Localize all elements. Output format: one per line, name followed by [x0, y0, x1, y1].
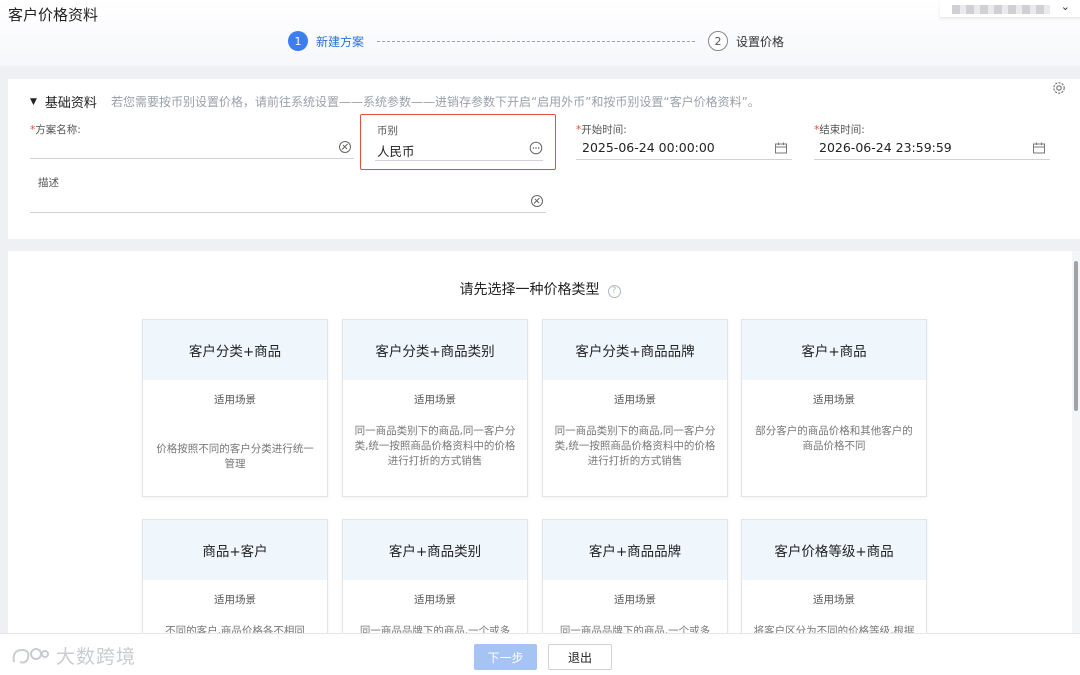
start-time-label: *开始时间:: [576, 124, 627, 136]
card-scene-label: 适用场景: [614, 394, 656, 406]
watermark-text: 大数跨境: [56, 646, 137, 668]
card-title: 客户+商品: [742, 320, 926, 380]
step-number-1: 1: [288, 31, 308, 51]
end-time-value[interactable]: 2026-06-24 23:59:59: [819, 140, 952, 155]
price-type-card[interactable]: 客户+商品类别 适用场景 同一商品品牌下的商品,一个或多: [342, 519, 528, 633]
step-connector: [377, 41, 695, 42]
card-title: 客户+商品类别: [343, 520, 527, 580]
card-scene-label: 适用场景: [214, 594, 256, 606]
card-scene-label: 适用场景: [813, 594, 855, 606]
help-icon[interactable]: ?: [607, 285, 621, 298]
card-scene-label: 适用场景: [414, 594, 456, 606]
end-time-label: *结束时间:: [814, 124, 865, 136]
price-type-card[interactable]: 客户+商品品牌 适用场景 同一商品品牌下的商品,一个或多: [542, 519, 728, 633]
exit-button[interactable]: 退出: [548, 644, 612, 670]
currency-field[interactable]: 币别 人民币: [360, 114, 556, 170]
price-type-heading: 请先选择一种价格类型?: [8, 279, 1072, 299]
more-options-icon[interactable]: [529, 141, 543, 155]
card-description: 价格按照不同的客户分类进行统一管理: [156, 443, 314, 470]
step-number-2: 2: [708, 31, 728, 51]
price-type-card[interactable]: 客户+商品 适用场景 部分客户的商品价格和其他客户的商品价格不同: [741, 319, 927, 497]
gear-icon[interactable]: [1052, 81, 1066, 95]
card-description: 将客户区分为不同的价格等级,根据: [753, 625, 915, 633]
card-description: 同一商品类别下的商品,同一客户分类,统一按照商品价格资料中的价格进行打折的方式销…: [354, 425, 516, 467]
card-description: 同一商品品牌下的商品,一个或多: [559, 625, 711, 633]
card-description: 部分客户的商品价格和其他客户的商品价格不同: [755, 425, 913, 452]
basic-info-panel: ▼ 基础资料 若您需要按币别设置价格，请前往系统设置——系统参数——进销存参数下…: [8, 79, 1080, 239]
end-time-field[interactable]: *结束时间: 2026-06-24 23:59:59: [814, 122, 1050, 160]
card-title: 客户+商品品牌: [543, 520, 727, 580]
language-icon[interactable]: [338, 140, 352, 154]
step-new-plan: 1 新建方案: [288, 31, 364, 51]
card-description: 不同的客户,商品价格各不相同: [165, 625, 305, 633]
language-icon[interactable]: [530, 194, 544, 208]
card-title: 客户分类+商品: [143, 320, 327, 380]
page-title: 客户价格资料: [8, 6, 99, 24]
card-title: 客户分类+商品类别: [343, 320, 527, 380]
price-type-card[interactable]: 商品+客户 适用场景 不同的客户,商品价格各不相同: [142, 519, 328, 633]
card-description: 同一商品品牌下的商品,一个或多: [359, 625, 511, 633]
card-title: 客户分类+商品品牌: [543, 320, 727, 380]
user-menu[interactable]: ⌄: [940, 0, 1080, 18]
basic-info-header[interactable]: ▼ 基础资料 若您需要按币别设置价格，请前往系统设置——系统参数——进销存参数下…: [30, 92, 760, 111]
calendar-icon[interactable]: [1032, 141, 1046, 155]
watermark: 大数跨境: [10, 642, 136, 669]
card-description: 同一商品类别下的商品,同一客户分类,统一按照商品价格资料中的价格进行打折的方式销…: [554, 425, 716, 467]
description-field[interactable]: 描述: [30, 175, 546, 213]
collapse-caret-icon[interactable]: ▼: [30, 97, 37, 107]
price-type-card[interactable]: 客户分类+商品 适用场景 价格按照不同的客户分类进行统一管理: [142, 319, 328, 497]
chevron-down-icon[interactable]: ⌄: [1061, 0, 1070, 13]
calendar-icon[interactable]: [774, 141, 788, 155]
price-type-card[interactable]: 客户分类+商品品牌 适用场景 同一商品类别下的商品,同一客户分类,统一按照商品价…: [542, 319, 728, 497]
card-scene-label: 适用场景: [813, 394, 855, 406]
step-label-2: 设置价格: [736, 34, 785, 49]
watermark-logo-icon: [12, 647, 49, 663]
step-set-price: 2 设置价格: [708, 31, 784, 51]
start-time-field[interactable]: *开始时间: 2025-06-24 00:00:00: [576, 122, 792, 160]
card-scene-label: 适用场景: [614, 594, 656, 606]
scrollbar-thumb[interactable]: [1074, 261, 1078, 411]
currency-value[interactable]: 人民币: [377, 141, 415, 160]
card-title: 商品+客户: [143, 520, 327, 580]
card-scene-label: 适用场景: [214, 394, 256, 406]
card-scene-label: 适用场景: [414, 394, 456, 406]
plan-name-field[interactable]: *方案名称:: [30, 122, 354, 160]
footer-bar: 大数跨境 下一步 退出: [0, 633, 1080, 675]
section-note: 若您需要按币别设置价格，请前往系统设置——系统参数——进销存参数下开启“启用外币…: [110, 95, 760, 109]
price-type-card[interactable]: 客户价格等级+商品 适用场景 将客户区分为不同的价格等级,根据: [741, 519, 927, 633]
step-label-1: 新建方案: [316, 34, 365, 49]
price-type-panel: 请先选择一种价格类型? 客户分类+商品 适用场景 价格按照不同的客户分类进行统一…: [8, 251, 1072, 633]
page-header: 客户价格资料 ⌄ 1 新建方案 2 设置价格: [0, 0, 1080, 66]
currency-label: 币别: [377, 125, 398, 137]
next-step-button[interactable]: 下一步: [474, 644, 537, 670]
user-name-blurred: [952, 5, 1050, 14]
plan-name-label: *方案名称:: [30, 124, 81, 136]
price-type-card[interactable]: 客户分类+商品类别 适用场景 同一商品类别下的商品,同一客户分类,统一按照商品价…: [342, 319, 528, 497]
section-title: 基础资料: [44, 96, 97, 111]
description-label: 描述: [38, 177, 59, 189]
card-title: 客户价格等级+商品: [742, 520, 926, 580]
scrollbar[interactable]: [1072, 251, 1080, 633]
start-time-value[interactable]: 2025-06-24 00:00:00: [582, 140, 715, 155]
